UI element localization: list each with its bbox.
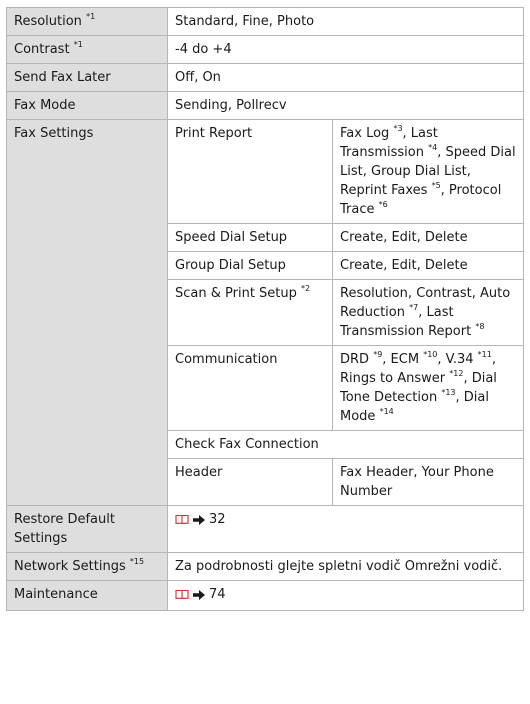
maintenance-label: Maintenance xyxy=(6,580,168,611)
subtable-row: Check Fax Connection xyxy=(168,430,523,459)
footnote-mark: *1 xyxy=(86,12,96,21)
book-icon xyxy=(175,514,189,525)
page-reference: 32 xyxy=(175,510,226,529)
communication-label: Communication xyxy=(168,345,333,431)
page-reference: 74 xyxy=(175,585,226,604)
print-report-value: Fax Log *3, Last Transmission *4, Speed … xyxy=(332,120,523,224)
check-fax-connection-label: Check Fax Connection xyxy=(168,430,523,459)
network-settings-value: Za podrobnosti glejte spletni vodič Omre… xyxy=(167,552,524,581)
group-dial-setup-value: Create, Edit, Delete xyxy=(332,251,523,280)
settings-table: Resolution *1 Standard, Fine, Photo Cont… xyxy=(6,7,524,611)
group-dial-setup-label: Group Dial Setup xyxy=(168,251,333,280)
subtable-row: Speed Dial Setup Create, Edit, Delete xyxy=(168,223,523,252)
table-row: Maintenance 74 xyxy=(6,580,524,611)
subtable-row: Header Fax Header, Your Phone Number xyxy=(168,458,523,505)
row-value: -4 do +4 xyxy=(167,35,524,64)
restore-default-label: Restore Default Settings xyxy=(6,505,168,553)
footnote-mark: *1 xyxy=(73,40,83,49)
book-icon xyxy=(175,589,189,600)
table-row: Send Fax Later Off, On xyxy=(6,63,524,92)
table-row: Resolution *1 Standard, Fine, Photo xyxy=(6,7,524,36)
header-value: Fax Header, Your Phone Number xyxy=(340,465,494,499)
row-value: Standard, Fine, Photo xyxy=(167,7,524,36)
table-row: Contrast *1 -4 do +4 xyxy=(6,35,524,64)
arrow-right-icon xyxy=(193,589,205,600)
fax-settings-subtable-cell: Print Report Fax Log *3, Last Transmissi… xyxy=(167,119,524,506)
table-row: Restore Default Settings 32 xyxy=(6,505,524,553)
subtable-row: Print Report Fax Log *3, Last Transmissi… xyxy=(168,120,523,224)
communication-value: DRD *9, ECM *10, V.34 *11, Rings to Answ… xyxy=(332,345,523,431)
print-report-label: Print Report xyxy=(168,120,333,224)
restore-default-value: 32 xyxy=(167,505,524,553)
send-fax-later-label: Send Fax Later xyxy=(6,63,168,92)
row-value: Off, On xyxy=(167,63,524,92)
maintenance-value: 74 xyxy=(167,580,524,611)
row-label: Resolution *1 xyxy=(6,7,168,36)
speed-dial-setup-value: Create, Edit, Delete xyxy=(332,223,523,252)
speed-dial-setup-label: Speed Dial Setup xyxy=(168,223,333,252)
contrast-label: Contrast xyxy=(14,42,70,57)
table-row: Fax Settings Print Report Fax Log *3, La… xyxy=(6,119,524,506)
fax-settings-label: Fax Settings xyxy=(6,119,168,506)
arrow-right-icon xyxy=(193,514,205,525)
fax-mode-label: Fax Mode xyxy=(6,91,168,120)
subtable-row: Scan & Print Setup *2 Resolution, Contra… xyxy=(168,279,523,346)
table-row: Network Settings *15 Za podrobnosti glej… xyxy=(6,552,524,581)
network-settings-label: Network Settings *15 xyxy=(6,552,168,581)
settings-table-container: Resolution *1 Standard, Fine, Photo Cont… xyxy=(6,7,524,611)
subtable-row: Group Dial Setup Create, Edit, Delete xyxy=(168,251,523,280)
scan-print-setup-value: Resolution, Contrast, Auto Reduction *7,… xyxy=(332,279,523,346)
subtable-row: Communication DRD *9, ECM *10, V.34 *11,… xyxy=(168,345,523,431)
header-label: Header xyxy=(168,458,333,505)
row-label: Contrast *1 xyxy=(6,35,168,64)
resolution-label: Resolution xyxy=(14,14,82,29)
fax-settings-subtable: Print Report Fax Log *3, Last Transmissi… xyxy=(168,120,523,505)
scan-print-setup-label: Scan & Print Setup *2 xyxy=(168,279,333,346)
row-value: Sending, Pollrecv xyxy=(167,91,524,120)
page-number: 74 xyxy=(209,587,226,602)
table-row: Fax Mode Sending, Pollrecv xyxy=(6,91,524,120)
page-number: 32 xyxy=(209,512,226,527)
